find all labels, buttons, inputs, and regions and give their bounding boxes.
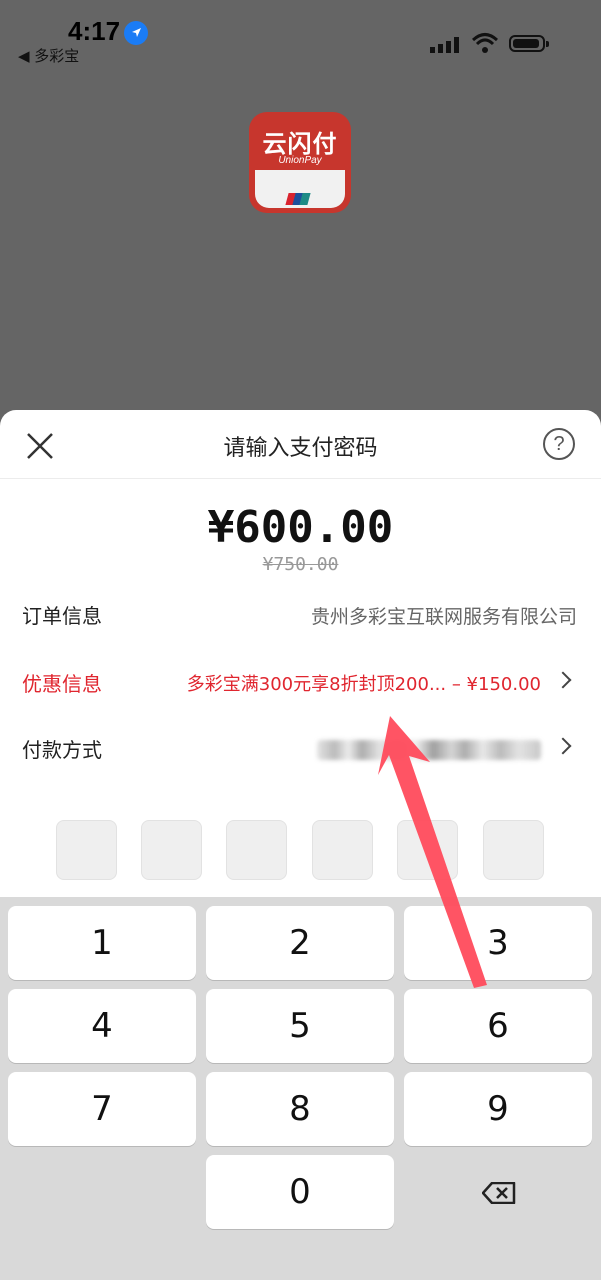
key-0[interactable]: 0: [206, 1155, 394, 1229]
key-1[interactable]: 1: [8, 906, 196, 980]
key-5[interactable]: 5: [206, 989, 394, 1063]
unionpay-mark-icon: [285, 190, 313, 205]
password-digit-box[interactable]: [141, 820, 202, 880]
order-info-label: 订单信息: [22, 604, 102, 628]
cellular-signal-icon: [430, 37, 459, 53]
key-6[interactable]: 6: [404, 989, 592, 1063]
battery-icon: [509, 35, 549, 52]
delete-key[interactable]: [404, 1155, 592, 1229]
masked-card-number: [317, 740, 541, 760]
sheet-header: 请输入支付密码 ?: [0, 410, 601, 479]
wifi-icon: [472, 33, 498, 53]
discount-info-label: 优惠信息: [22, 672, 102, 696]
discount-info-value: 多彩宝满300元享8折封顶200... – ¥150.00: [186, 674, 541, 695]
password-input-boxes[interactable]: [56, 820, 546, 882]
original-amount: ¥750.00: [262, 554, 339, 575]
key-4[interactable]: 4: [8, 989, 196, 1063]
key-3[interactable]: 3: [404, 906, 592, 980]
key-9[interactable]: 9: [404, 1072, 592, 1146]
backspace-icon: [482, 1182, 516, 1204]
help-icon[interactable]: ?: [543, 428, 575, 460]
logo-sub-text: UnionPay: [278, 155, 322, 166]
location-icon: [124, 21, 148, 45]
key-8[interactable]: 8: [206, 1072, 394, 1146]
status-bar: 4:17 ◀ 多彩宝: [0, 0, 601, 80]
back-to-app-link[interactable]: ◀ 多彩宝: [18, 45, 79, 66]
key-7[interactable]: 7: [8, 1072, 196, 1146]
order-info-value: 贵州多彩宝互联网服务有限公司: [310, 606, 577, 628]
password-digit-box[interactable]: [312, 820, 373, 880]
password-digit-box[interactable]: [397, 820, 458, 880]
unionpay-app-logo: 云闪付 UnionPay: [249, 112, 351, 213]
payment-amount: ¥600.00: [207, 502, 394, 553]
numeric-keypad: 1 2 3 4 5 6 7 8 9 0: [0, 897, 601, 1280]
password-digit-box[interactable]: [483, 820, 544, 880]
key-2[interactable]: 2: [206, 906, 394, 980]
password-digit-box[interactable]: [226, 820, 287, 880]
logo-main-text: 云闪付: [262, 130, 338, 158]
chevron-right-icon: [554, 671, 572, 689]
payment-method-row[interactable]: 付款方式: [0, 728, 601, 768]
sheet-title: 请输入支付密码: [223, 436, 378, 461]
discount-info-row[interactable]: 优惠信息 多彩宝满300元享8折封顶200... – ¥150.00: [0, 662, 601, 702]
payment-method-label: 付款方式: [22, 738, 102, 762]
chevron-right-icon: [554, 737, 572, 755]
order-info-row: 订单信息 贵州多彩宝互联网服务有限公司: [0, 594, 601, 634]
password-digit-box[interactable]: [56, 820, 117, 880]
status-time: 4:17: [68, 16, 121, 46]
